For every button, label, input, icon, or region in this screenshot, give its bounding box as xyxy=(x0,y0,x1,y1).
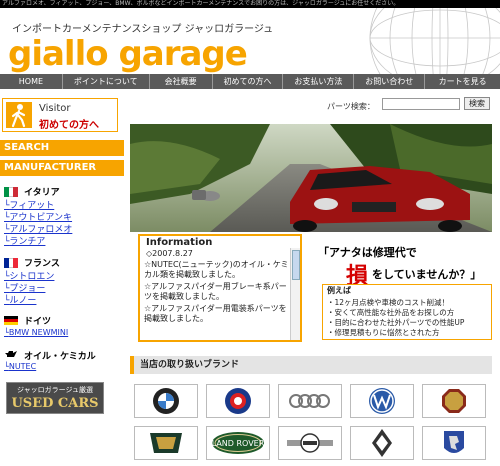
link-renault[interactable]: └ルノー xyxy=(4,293,36,306)
nav-payment[interactable]: お支払い方法 xyxy=(283,74,355,89)
main-nav: HOME ポイントについて 会社概要 初めての方へ お支払い方法 お問い合わせ … xyxy=(0,74,500,89)
germany-flag-icon xyxy=(4,315,18,326)
site-header: インポートカーメンテナンスショップ ジャッロガラージュ giallo garag… xyxy=(0,8,500,74)
brands-header: 当店の取り扱いブランド xyxy=(130,356,492,374)
country-france: フランス xyxy=(4,256,60,269)
france-flag-icon xyxy=(4,257,19,268)
link-nutec[interactable]: └NUTEC xyxy=(4,362,36,371)
search-header: SEARCH xyxy=(0,140,124,156)
rover-logo-icon[interactable] xyxy=(134,426,198,460)
link-bmw-newmini[interactable]: └BMW NEWMINI xyxy=(4,328,68,337)
nav-home[interactable]: HOME xyxy=(0,74,63,89)
nav-points[interactable]: ポイントについて xyxy=(63,74,150,89)
italy-flag-icon xyxy=(4,186,19,197)
example-item: ・修理見積もりに悩然とされた方 xyxy=(327,328,440,337)
examples-box: 例えば ・12ヶ月点検や車検のコスト削減！ ・安くて高性能な社外品をお探しの方 … xyxy=(322,284,492,340)
site-tagline: インポートカーメンテナンスショップ ジャッロガラージュ xyxy=(12,24,274,35)
information-date: ◇2007.8.27 xyxy=(146,249,193,258)
oil-can-icon xyxy=(4,349,18,362)
top-info-bar: アルファロメオ、フィアット、プジョー、BMW、ボルボなどインポートカーメンテナン… xyxy=(0,0,500,8)
bmw-logo-icon[interactable] xyxy=(134,384,198,418)
info-item-electric[interactable]: ☆アルファスパイダー用電装系パーツを掲載致しました。 xyxy=(144,304,290,324)
info-scrollbar[interactable] xyxy=(290,248,300,340)
walking-person-icon xyxy=(6,102,32,128)
category-oil-chemical: オイル・ケミカル xyxy=(4,349,96,362)
nav-first-time[interactable]: 初めての方へ xyxy=(213,74,284,89)
parts-search-label: パーツ検索： xyxy=(327,102,375,111)
used-cars-caption: ジャッロガラージュ厳選 xyxy=(16,386,94,394)
slogan-line2: をしていませんか？」 xyxy=(372,268,482,281)
information-title: Information xyxy=(146,237,213,248)
audi-logo-icon[interactable] xyxy=(278,384,342,418)
manufacturer-header: MANUFACTURER xyxy=(0,160,124,176)
country-germany: ドイツ xyxy=(4,314,51,327)
used-cars-title: USED CARS xyxy=(11,396,99,411)
nav-contact[interactable]: お問い合わせ xyxy=(354,74,426,89)
visitor-subtitle: 初めての方へ xyxy=(39,120,99,131)
country-italy: イタリア xyxy=(4,185,60,198)
nav-cart[interactable]: カートを見る xyxy=(425,74,500,89)
info-item-brake[interactable]: ☆アルファスパイダー用ブレーキ系パーツを掲載致しました。 xyxy=(144,282,290,302)
globe-wireframe-icon xyxy=(369,8,500,74)
renault-logo-icon[interactable] xyxy=(350,426,414,460)
scrollbar-thumb[interactable] xyxy=(292,250,300,280)
visitor-title: Visitor xyxy=(39,103,71,114)
vw-logo-icon[interactable] xyxy=(350,384,414,418)
information-box: Information ◇2007.8.27 ☆NUTEC(ニューテック)のオイ… xyxy=(138,234,302,342)
link-lancia[interactable]: └ランチア xyxy=(4,234,45,247)
used-cars-banner[interactable]: ジャッロガラージュ厳選 USED CARS xyxy=(6,382,104,414)
parts-search-input[interactable] xyxy=(382,98,460,110)
info-item-nutec[interactable]: ☆NUTEC(ニューテック)のオイル・ケミカル類を掲載致しました。 xyxy=(144,260,290,280)
hero-car-photo xyxy=(130,124,492,232)
visitor-banner[interactable]: Visitor 初めての方へ xyxy=(2,98,118,132)
mini-logo-icon[interactable] xyxy=(278,426,342,460)
mg-logo-icon[interactable] xyxy=(422,384,486,418)
site-logo[interactable]: giallo garage xyxy=(8,34,248,74)
landrover-logo-icon[interactable]: LAND ROVER xyxy=(206,426,270,460)
saab-logo-icon[interactable] xyxy=(206,384,270,418)
nav-company[interactable]: 会社概要 xyxy=(150,74,213,89)
examples-label: 例えば xyxy=(327,286,351,295)
svg-text:LAND ROVER: LAND ROVER xyxy=(212,439,265,448)
search-button[interactable]: 検索 xyxy=(464,97,490,110)
peugeot-logo-icon[interactable] xyxy=(422,426,486,460)
